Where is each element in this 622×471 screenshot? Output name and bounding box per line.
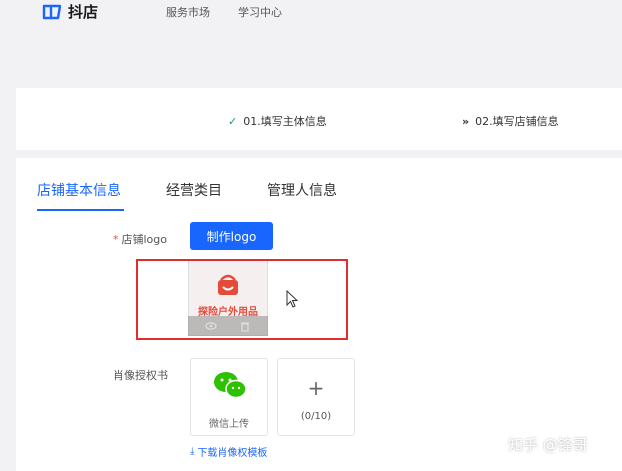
download-template-label: 下载肖像权模板 bbox=[197, 448, 268, 459]
mouse-cursor-icon bbox=[286, 290, 299, 308]
douyin-shop-logo-icon bbox=[42, 4, 62, 19]
download-template-link[interactable]: ⤓ 下载肖像权模板 bbox=[190, 444, 267, 459]
progress-steps: ✓ 01.填写主体信息 » 02.填写店铺信息 bbox=[16, 88, 622, 150]
check-icon: ✓ bbox=[228, 114, 238, 128]
store-logo-label-text: 店铺logo bbox=[121, 233, 168, 246]
store-logo-label: * 店铺logo bbox=[113, 231, 167, 247]
store-info-form: 店铺基本信息 经营类目 管理人信息 * 店铺logo 制作logo 探险户外用品 … bbox=[16, 158, 622, 471]
brand-logo[interactable]: 抖店 bbox=[42, 1, 98, 22]
active-tab-indicator bbox=[37, 209, 124, 211]
top-bar: 抖店 服务市场 学习中心 bbox=[0, 0, 622, 30]
make-logo-button[interactable]: 制作logo bbox=[190, 222, 273, 250]
double-chevron-icon: » bbox=[462, 114, 470, 128]
portrait-authorization-label: 肖像授权书 bbox=[113, 369, 168, 382]
step-1-label: 01.填写主体信息 bbox=[243, 115, 327, 128]
highlight-box bbox=[136, 259, 348, 340]
wechat-icon bbox=[214, 372, 247, 399]
step-1: ✓ 01.填写主体信息 bbox=[228, 113, 327, 129]
nav-service-market[interactable]: 服务市场 bbox=[166, 4, 210, 20]
tab-business-category[interactable]: 经营类目 bbox=[166, 180, 222, 200]
step-2-label: 02.填写店铺信息 bbox=[475, 115, 559, 128]
tab-manager-info[interactable]: 管理人信息 bbox=[267, 180, 337, 200]
nav-learning-center[interactable]: 学习中心 bbox=[238, 4, 282, 20]
download-icon: ⤓ bbox=[190, 446, 195, 457]
watermark: 知乎 @锋哥 bbox=[508, 436, 588, 454]
brand-name: 抖店 bbox=[68, 3, 99, 21]
step-2: » 02.填写店铺信息 bbox=[462, 113, 559, 129]
wechat-upload-label: 微信上传 bbox=[209, 419, 249, 430]
wechat-upload-card[interactable]: 微信上传 bbox=[190, 358, 268, 436]
plus-icon: + bbox=[307, 376, 325, 400]
tab-store-basic-info[interactable]: 店铺基本信息 bbox=[37, 180, 121, 200]
upload-count: (0/10) bbox=[300, 411, 332, 422]
required-asterisk: * bbox=[113, 233, 119, 246]
add-file-card[interactable]: + (0/10) bbox=[277, 358, 355, 436]
